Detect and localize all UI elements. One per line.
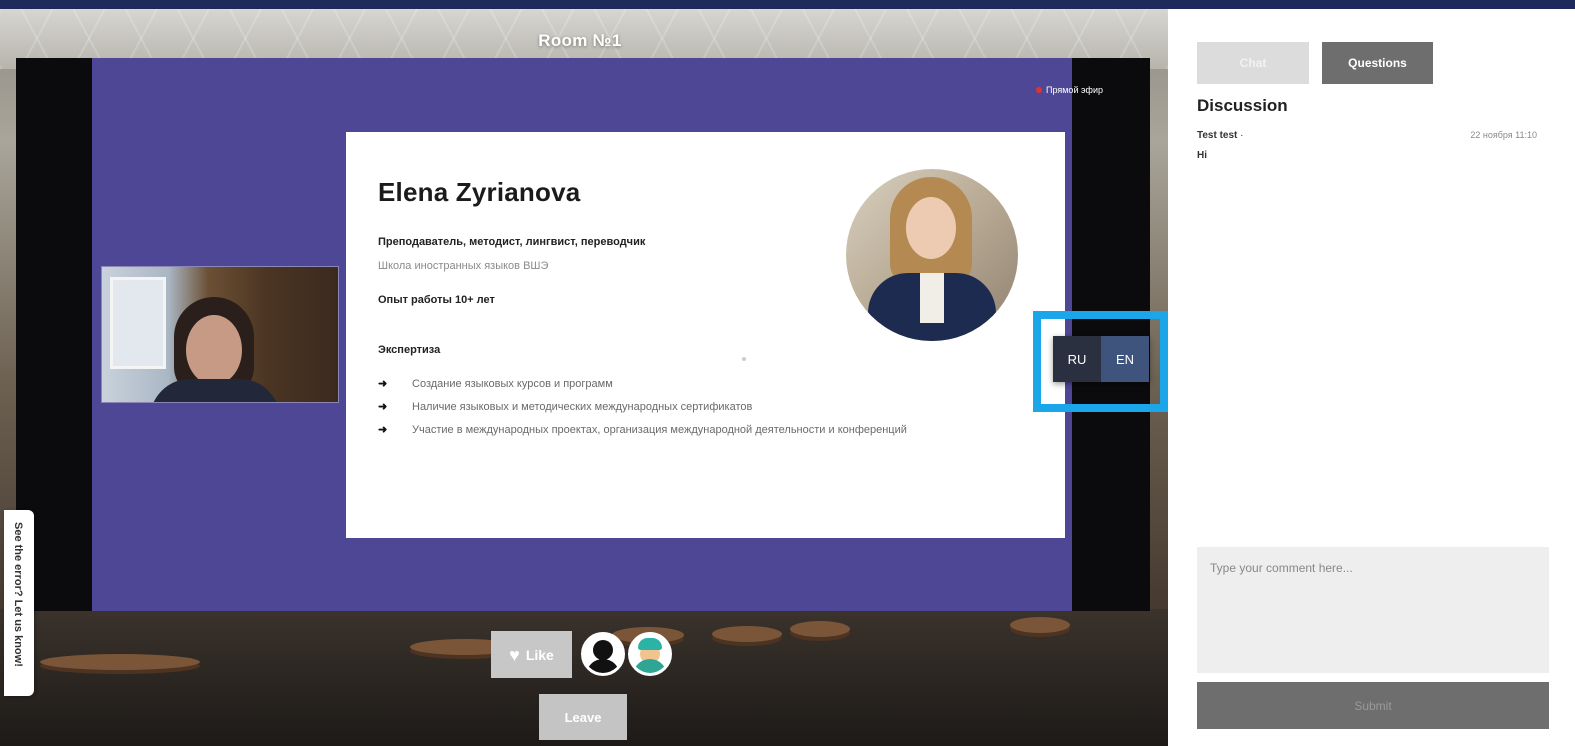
message-time: 22 ноября 11:10 — [1470, 130, 1537, 140]
presenter-webcam-video — [101, 266, 339, 403]
like-button[interactable]: ♥ Like — [491, 631, 572, 678]
desk — [40, 654, 200, 670]
list-item: ➜ Наличие языковых и методических междун… — [378, 398, 938, 416]
decorative-dot — [742, 357, 746, 361]
message-text: Hi — [1197, 150, 1207, 161]
expertise-item-text: Участие в международных проектах, органи… — [412, 424, 907, 436]
feedback-label: See the error? Let us know! — [12, 522, 24, 667]
participant-avatar[interactable] — [628, 632, 672, 676]
panel-heading: Discussion — [1197, 96, 1288, 115]
room-title: Room №1 — [538, 31, 622, 50]
like-label: Like — [525, 646, 554, 663]
message-header: Test test · 22 ноября 11:10 — [1197, 130, 1537, 141]
speaker-name: Elena Zyrianova — [378, 177, 581, 207]
live-label: Прямой эфир — [1046, 85, 1103, 95]
speaker-experience: Опыт работы 10+ лет — [378, 294, 495, 306]
leave-button[interactable]: Leave — [539, 694, 627, 740]
expertise-item-text: Создание языковых курсов и программ — [412, 378, 613, 390]
send-button[interactable]: Submit — [1197, 682, 1549, 729]
tab-questions[interactable]: Questions — [1322, 42, 1433, 84]
discussion-panel: Chat Questions Discussion Test test · 22… — [1168, 9, 1575, 746]
language-en-button[interactable]: EN — [1101, 336, 1149, 382]
live-badge: Прямой эфир — [1036, 85, 1103, 95]
arrow-right-icon: ➜ — [378, 401, 388, 413]
expertise-item-text: Наличие языковых и методических междунар… — [412, 401, 753, 413]
speaker-organization: Школа иностранных языков ВШЭ — [378, 260, 549, 272]
list-item: ➜ Участие в международных проектах, орга… — [378, 421, 938, 439]
top-strip — [0, 0, 1575, 9]
language-ru-button[interactable]: RU — [1053, 336, 1101, 382]
participant-avatar[interactable] — [581, 632, 625, 676]
desk — [790, 621, 850, 637]
expertise-list: ➜ Создание языковых курсов и программ ➜ … — [378, 375, 938, 444]
expertise-heading: Экспертиза — [378, 344, 441, 356]
tab-chat[interactable]: Chat — [1197, 42, 1309, 84]
arrow-right-icon: ➜ — [378, 378, 388, 390]
desk — [712, 626, 782, 642]
arrow-right-icon: ➜ — [378, 424, 388, 436]
speaker-photo — [846, 169, 1018, 341]
live-dot-icon — [1036, 87, 1042, 93]
list-item: ➜ Создание языковых курсов и программ — [378, 375, 938, 393]
message-author: Test test — [1197, 130, 1238, 141]
desk — [1010, 617, 1070, 633]
message-separator: · — [1240, 130, 1244, 141]
message-input[interactable] — [1197, 547, 1549, 673]
feedback-tab[interactable]: See the error? Let us know! — [4, 510, 34, 696]
heart-icon: ♥ — [509, 644, 520, 665]
language-toggle[interactable]: RU EN — [1053, 336, 1149, 382]
speaker-role: Преподаватель, методист, лингвист, перев… — [378, 236, 646, 248]
